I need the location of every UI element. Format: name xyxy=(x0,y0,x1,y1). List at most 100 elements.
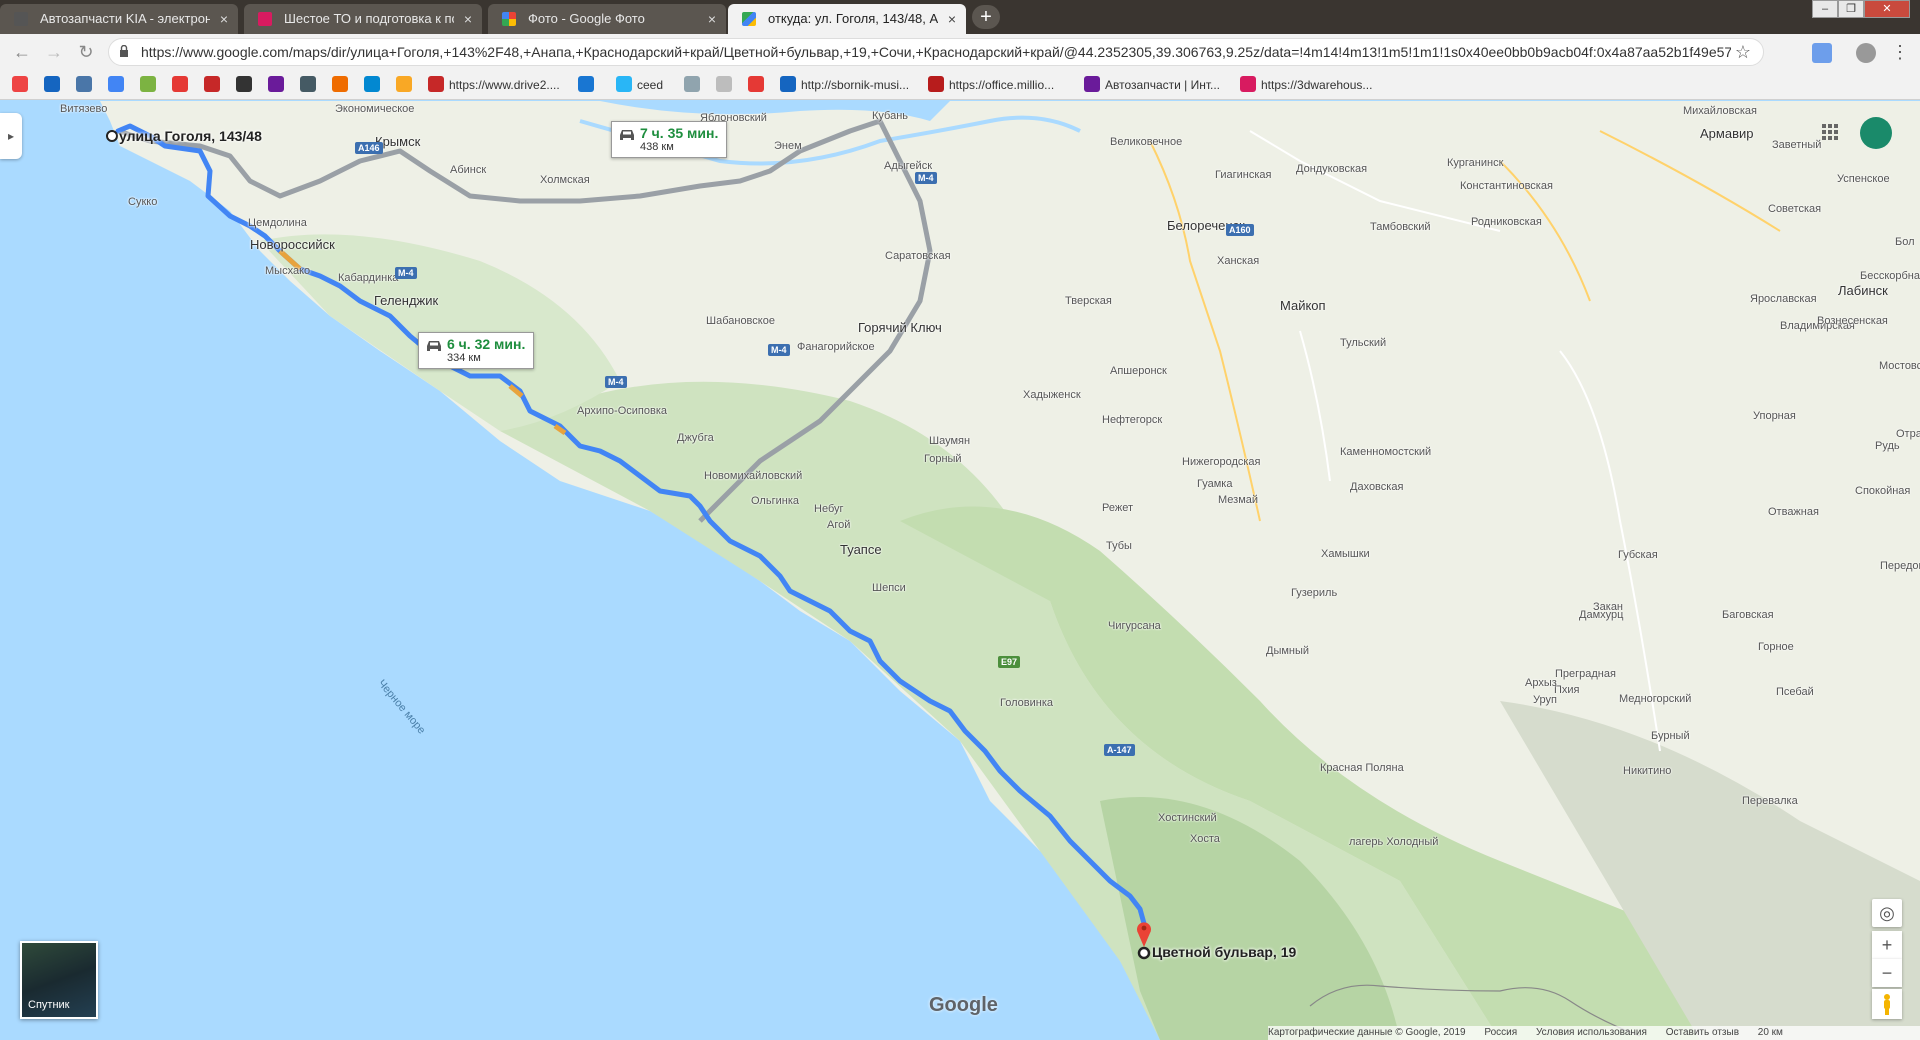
profile-icon[interactable] xyxy=(1856,43,1876,63)
place-label[interactable]: Абинск xyxy=(450,164,486,176)
tab-google-photos[interactable]: Фото - Google Фото × xyxy=(488,4,726,34)
place-label[interactable]: Красная Поляна xyxy=(1320,762,1404,774)
account-avatar[interactable] xyxy=(1860,117,1892,149)
new-tab-button[interactable]: + xyxy=(972,5,1000,29)
place-label[interactable]: Бурный xyxy=(1651,730,1690,742)
star-icon[interactable]: ☆ xyxy=(1735,42,1751,63)
place-label[interactable]: Упорная xyxy=(1753,410,1796,422)
bookmark-item[interactable] xyxy=(108,76,129,94)
place-label[interactable]: Баговская xyxy=(1722,609,1774,621)
map-canvas[interactable]: Витязево Экономическое Крымск Абинск Холмска… xyxy=(0,101,1920,1040)
place-label[interactable]: Головинка xyxy=(1000,697,1053,709)
place-label[interactable]: Успенское xyxy=(1837,173,1890,185)
place-label[interactable]: Сукко xyxy=(128,196,157,208)
place-label[interactable]: Витязево xyxy=(60,103,107,115)
place-label[interactable]: Хоста xyxy=(1190,833,1220,845)
place-label[interactable]: Тульский xyxy=(1340,337,1386,349)
place-label[interactable]: Цемдолина xyxy=(248,217,307,229)
my-location-button[interactable]: ◎ xyxy=(1872,899,1902,927)
bookmark-item[interactable] xyxy=(76,76,97,94)
place-label[interactable]: Родниковская xyxy=(1471,216,1542,228)
pegman-icon[interactable] xyxy=(1872,989,1902,1019)
bookmark-item[interactable]: http://sbornik-musi... xyxy=(780,76,909,94)
sidebar-expand-button[interactable]: ▸ xyxy=(0,113,22,159)
place-label[interactable]: Энем xyxy=(774,140,802,152)
place-label[interactable]: Михайловская xyxy=(1683,105,1757,117)
bookmark-item[interactable] xyxy=(396,76,417,94)
place-label[interactable]: Пхия xyxy=(1554,684,1580,696)
place-label[interactable]: Горячий Ключ xyxy=(858,320,942,335)
place-label[interactable]: Армавир xyxy=(1700,126,1753,141)
address-bar[interactable]: https://www.google.com/maps/dir/улица+Го… xyxy=(108,38,1764,66)
place-label[interactable]: Отрад xyxy=(1896,428,1920,440)
place-label[interactable]: Преградная xyxy=(1555,668,1616,680)
forward-button[interactable]: → xyxy=(44,42,64,62)
back-button[interactable]: ← xyxy=(12,42,32,62)
place-label[interactable]: Тверская xyxy=(1065,295,1112,307)
place-label[interactable]: Уруп xyxy=(1533,694,1557,706)
tab-shestoe-to[interactable]: Шестое ТО и подготовка к поездке × xyxy=(244,4,482,34)
place-label[interactable]: Холмская xyxy=(540,174,590,186)
place-label[interactable]: Медногорский xyxy=(1619,693,1691,705)
satellite-toggle[interactable]: Спутник xyxy=(20,941,98,1019)
place-label[interactable]: Тамбовский xyxy=(1370,221,1431,233)
zoom-in-button[interactable]: + xyxy=(1872,931,1902,959)
place-label[interactable]: Архыз xyxy=(1525,677,1557,689)
place-label[interactable]: Передовая xyxy=(1880,560,1920,572)
close-icon[interactable]: × xyxy=(464,4,472,34)
place-label[interactable]: Ханская xyxy=(1217,255,1259,267)
bookmark-item[interactable] xyxy=(236,76,257,94)
destination-label[interactable]: Цветной бульвар, 19 xyxy=(1152,944,1296,960)
place-label[interactable]: Советская xyxy=(1768,203,1821,215)
close-icon[interactable]: × xyxy=(220,4,228,34)
place-label[interactable]: Саратовская xyxy=(885,250,951,262)
apps-grid-icon[interactable] xyxy=(1820,122,1840,142)
close-icon[interactable]: × xyxy=(948,4,956,34)
place-label[interactable]: Апшеронск xyxy=(1110,365,1167,377)
extension-icon[interactable] xyxy=(1812,43,1832,63)
bookmark-item[interactable] xyxy=(44,76,65,94)
close-icon[interactable]: × xyxy=(708,4,716,34)
place-label[interactable]: Даховская xyxy=(1350,481,1403,493)
place-label[interactable]: Мезмай xyxy=(1218,494,1258,506)
place-label[interactable]: Гиагинская xyxy=(1215,169,1271,181)
place-label[interactable]: Чигурсана xyxy=(1108,620,1161,632)
place-label[interactable]: Нижегородская xyxy=(1182,456,1261,468)
place-label[interactable]: Константиновская xyxy=(1460,180,1553,192)
destination-marker[interactable] xyxy=(1137,946,1151,960)
place-label[interactable]: Ольгинка xyxy=(751,495,799,507)
place-label[interactable]: Гуамка xyxy=(1197,478,1232,490)
bookmark-item[interactable]: Автозапчасти | Инт... xyxy=(1084,76,1220,94)
place-label[interactable]: Великовечное xyxy=(1110,136,1182,148)
tab-kia[interactable]: Автозапчасти KIA - электронный × xyxy=(0,4,238,34)
place-label[interactable]: Агой xyxy=(827,519,850,531)
place-label[interactable]: Каменномостский xyxy=(1340,446,1431,458)
bookmark-item[interactable] xyxy=(578,76,599,94)
place-label[interactable]: Ярославская xyxy=(1750,293,1817,305)
place-label[interactable]: Горный xyxy=(924,453,962,465)
place-label[interactable]: Шаумян xyxy=(929,435,970,447)
place-label[interactable]: Джубга xyxy=(677,432,714,444)
minimize-button[interactable]: – xyxy=(1812,0,1838,18)
bookmark-item[interactable] xyxy=(12,76,33,94)
bookmark-item[interactable] xyxy=(172,76,193,94)
url-text[interactable]: https://www.google.com/maps/dir/улица+Го… xyxy=(141,39,1731,65)
country-label[interactable]: Россия xyxy=(1484,1027,1517,1038)
place-label[interactable]: Дамхурц xyxy=(1579,609,1623,621)
place-label[interactable]: Геленджик xyxy=(374,293,438,308)
place-label[interactable]: Адыгейск xyxy=(884,160,932,172)
zoom-out-button[interactable]: − xyxy=(1872,959,1902,987)
bookmark-item[interactable]: ceed xyxy=(616,76,663,94)
bookmark-item[interactable]: https://www.drive2.... xyxy=(428,76,560,94)
place-label[interactable]: Горное xyxy=(1758,641,1794,653)
primary-route-info[interactable]: 6 ч. 32 мин. 334 км xyxy=(418,332,535,369)
place-label[interactable]: Хостинский xyxy=(1158,812,1217,824)
place-label[interactable]: Губская xyxy=(1618,549,1658,561)
place-label[interactable]: Фанагорийское xyxy=(797,341,875,353)
place-label[interactable]: лагерь Холодный xyxy=(1349,836,1438,848)
place-label[interactable]: Небуг xyxy=(814,503,844,515)
place-label[interactable]: Шабановское xyxy=(706,315,775,327)
bookmark-item[interactable] xyxy=(268,76,289,94)
place-label[interactable]: Туапсе xyxy=(840,542,882,557)
terms-link[interactable]: Условия использования xyxy=(1536,1027,1647,1038)
